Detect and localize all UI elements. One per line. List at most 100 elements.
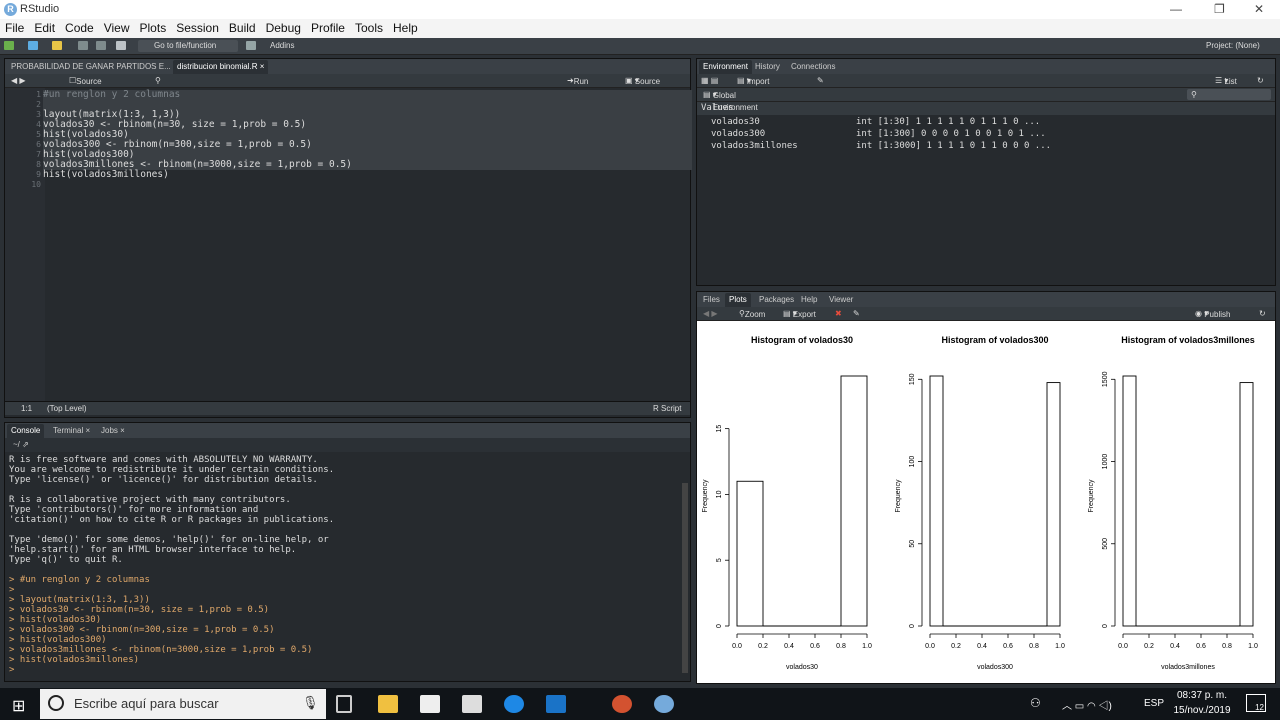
mail-icon[interactable] bbox=[462, 695, 482, 713]
addins-menu[interactable]: Addins bbox=[270, 40, 294, 52]
maximize-icon[interactable]: ❐ bbox=[1214, 2, 1225, 16]
scope-level[interactable]: (Top Level) bbox=[47, 403, 87, 415]
refresh-plot-icon[interactable]: ↻ bbox=[1259, 308, 1266, 320]
system-tray-icons[interactable]: ︿ ▭ ◠ ◁) bbox=[1062, 697, 1112, 712]
tab-packages[interactable]: Packages bbox=[755, 293, 798, 307]
tab-help[interactable]: Help bbox=[797, 293, 821, 307]
menu-help[interactable]: Help bbox=[388, 19, 423, 37]
broom-icon[interactable]: ✎ bbox=[817, 75, 824, 87]
clock-date[interactable]: 15/nov./2019 bbox=[1170, 705, 1234, 716]
save-all-icon[interactable] bbox=[96, 40, 106, 52]
x-tick-label: 1.0 bbox=[862, 643, 872, 650]
close-icon[interactable]: ✕ bbox=[1254, 2, 1264, 16]
outlook-icon[interactable] bbox=[546, 695, 566, 713]
grid-icon[interactable] bbox=[246, 40, 256, 52]
menu-build[interactable]: Build bbox=[224, 19, 261, 37]
goto-file-input[interactable]: Go to file/function bbox=[138, 40, 238, 52]
tab-plots[interactable]: Plots bbox=[725, 293, 751, 307]
powerpoint-icon[interactable] bbox=[612, 695, 632, 713]
menu-session[interactable]: Session bbox=[171, 19, 224, 37]
remove-plot-icon[interactable]: ✖ bbox=[835, 308, 842, 320]
clock-time[interactable]: 08:37 p. m. bbox=[1172, 690, 1232, 701]
people-icon[interactable]: ⚇ bbox=[1030, 696, 1041, 710]
new-file-icon[interactable] bbox=[4, 40, 14, 52]
x-tick-label: 0.0 bbox=[1118, 643, 1128, 650]
tab-console[interactable]: Console bbox=[7, 424, 45, 438]
source-on-save-checkbox[interactable]: ☐ Source on Save bbox=[69, 75, 102, 110]
source-button[interactable]: ▣ Source ▾ bbox=[625, 75, 660, 87]
search-icon[interactable]: ⚲ bbox=[155, 75, 161, 87]
tab-jobs[interactable]: Jobs × bbox=[97, 424, 129, 438]
code-editor[interactable]: 1 2 3 4 5 6 7 8 9 10 #un renglon y 2 col… bbox=[5, 88, 692, 401]
export-button[interactable]: ▤ Export ▾ bbox=[783, 308, 816, 320]
cursor-position: 1:1 bbox=[21, 404, 33, 413]
menu-view[interactable]: View bbox=[99, 19, 135, 37]
variable-name[interactable]: volados300 bbox=[711, 129, 765, 139]
plot-nav-icon[interactable]: ◀ ▶ bbox=[703, 308, 718, 320]
tab-history[interactable]: History bbox=[751, 60, 784, 74]
y-tick-label: 100 bbox=[909, 456, 916, 468]
microphone-icon[interactable]: 🎙 bbox=[302, 695, 319, 711]
tab-terminal[interactable]: Terminal × bbox=[49, 424, 94, 438]
tab-probabilidad[interactable]: PROBABILIDAD DE GANAR PARTIDOS E... × bbox=[7, 60, 182, 74]
export-label: Export bbox=[792, 310, 816, 319]
variable-name[interactable]: volados3millones bbox=[711, 141, 798, 151]
environment-toolbar: ▦ ▤ ▤ Import Dataset ▾ ✎ ☰ List ▾ ↻ bbox=[697, 74, 1275, 98]
import-dataset-button[interactable]: ▤ Import Dataset ▾ bbox=[737, 75, 774, 98]
menu-profile[interactable]: Profile bbox=[306, 19, 350, 37]
tab-viewer[interactable]: Viewer bbox=[825, 293, 857, 307]
variable-name[interactable]: volados30 bbox=[711, 117, 760, 127]
file-explorer-icon[interactable] bbox=[378, 695, 398, 713]
y-tick-label: 0 bbox=[716, 624, 723, 628]
scope-dropdown[interactable]: ▤ Global Environment ▾ bbox=[703, 89, 758, 112]
console-command: > volados300 <- rbinom(n=300,size = 1,pr… bbox=[9, 625, 275, 635]
tab-environment[interactable]: Environment bbox=[699, 60, 752, 74]
load-workspace-icon[interactable]: ▦ ▤ bbox=[701, 75, 718, 87]
menu-edit[interactable]: Edit bbox=[29, 19, 60, 37]
publish-button[interactable]: ◉ Publish ▾ bbox=[1195, 308, 1230, 320]
menu-file[interactable]: File bbox=[0, 19, 29, 37]
project-menu[interactable]: Project: (None) bbox=[1206, 40, 1260, 52]
zoom-button[interactable]: ⚲ Zoom bbox=[739, 308, 765, 320]
rstudio-taskbar-icon[interactable] bbox=[654, 695, 674, 713]
x-tick-label: 0.6 bbox=[810, 643, 820, 650]
environment-search-input[interactable]: ⚲ bbox=[1187, 89, 1271, 100]
minimize-icon[interactable]: — bbox=[1170, 2, 1182, 16]
language-indicator[interactable]: ESP bbox=[1144, 698, 1164, 709]
source-toolbar: ◀ ▶ ☐ Source on Save ⚲ ➜ Run ▣ Source ▾ bbox=[5, 74, 690, 110]
tab-connections[interactable]: Connections bbox=[787, 60, 839, 74]
save-icon[interactable] bbox=[78, 40, 88, 52]
line-number: 10 bbox=[31, 180, 41, 189]
window-title: RStudio bbox=[20, 3, 60, 15]
line-number: 4 bbox=[36, 120, 41, 129]
menu-plots[interactable]: Plots bbox=[135, 19, 172, 37]
edge-icon[interactable] bbox=[504, 695, 524, 713]
run-label: Run bbox=[573, 77, 589, 86]
notifications-icon[interactable]: 12 bbox=[1246, 694, 1266, 712]
x-tick-label: 0.8 bbox=[1222, 643, 1232, 650]
task-view-icon[interactable] bbox=[336, 695, 352, 713]
back-icon[interactable]: ◀ ▶ bbox=[11, 75, 26, 87]
print-icon[interactable] bbox=[116, 40, 126, 52]
console-command: > layout(matrix(1:3, 1,3)) bbox=[9, 595, 150, 605]
menu-tools[interactable]: Tools bbox=[350, 19, 388, 37]
tab-distribucion-binomial[interactable]: distribucion binomial.R × bbox=[173, 60, 269, 74]
y-axis-label: Frequency bbox=[895, 479, 902, 513]
menu-debug[interactable]: Debug bbox=[261, 19, 306, 37]
taskbar-search-box[interactable]: Escribe aquí para buscar 🎙 bbox=[40, 689, 326, 719]
file-type[interactable]: R Script bbox=[653, 403, 681, 415]
clear-plots-icon[interactable]: ✎ bbox=[853, 308, 860, 320]
console-scrollbar[interactable] bbox=[682, 483, 688, 673]
tab-files[interactable]: Files bbox=[699, 293, 724, 307]
store-icon[interactable] bbox=[420, 695, 440, 713]
open-file-icon[interactable] bbox=[52, 40, 62, 52]
windows-start-icon[interactable]: ⊞ bbox=[12, 696, 25, 716]
console-prompt[interactable]: > bbox=[9, 665, 334, 675]
histogram-bar bbox=[1122, 375, 1137, 627]
new-project-icon[interactable] bbox=[28, 40, 38, 52]
list-view-dropdown[interactable]: ☰ List ▾ bbox=[1215, 75, 1237, 87]
run-button[interactable]: ➜ Run bbox=[567, 75, 588, 87]
refresh-icon[interactable]: ↻ bbox=[1257, 75, 1264, 87]
menu-code[interactable]: Code bbox=[60, 19, 99, 37]
console-output[interactable]: R is free software and comes with ABSOLU… bbox=[9, 455, 334, 675]
